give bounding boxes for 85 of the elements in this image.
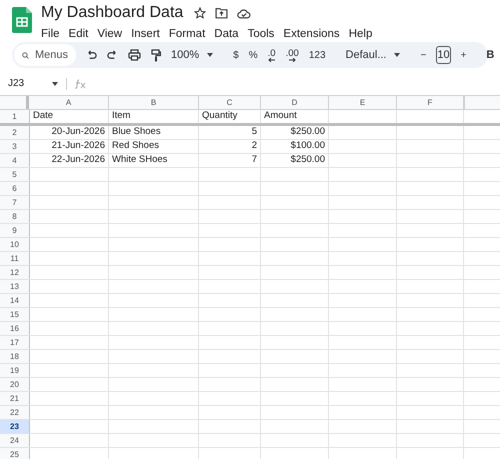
row-header[interactable]: 8 [0, 210, 29, 223]
table-cell: $250.00 [290, 154, 325, 167]
row-header[interactable]: 23 [0, 420, 29, 433]
table-cell: Item [112, 110, 130, 123]
row-header[interactable]: 18 [0, 350, 29, 363]
bold-button[interactable]: B [486, 46, 494, 64]
row-header[interactable]: 2 [0, 126, 29, 139]
row-header[interactable]: 25 [0, 448, 29, 459]
column-header[interactable]: C [226, 96, 232, 108]
table-cell: 22-Jun-2026 [52, 154, 105, 167]
menu-item[interactable]: View [97, 26, 122, 44]
toolbar-button[interactable]: 123 [308, 48, 326, 62]
toolbar-button[interactable]: + [460, 48, 466, 62]
table-cell: 5 [252, 126, 257, 139]
row-header[interactable]: 12 [0, 266, 29, 279]
toolbar-button[interactable]: $ [233, 48, 239, 62]
menu-item[interactable]: Format [168, 26, 206, 44]
row-header[interactable]: 21 [0, 392, 29, 405]
name-box[interactable]: J23 [8, 76, 52, 91]
toolbar-button[interactable]: % [248, 48, 258, 62]
print-icon[interactable] [128, 49, 141, 61]
table-cell: $100.00 [290, 140, 325, 153]
caret-icon [394, 53, 400, 57]
column-header[interactable]: A [66, 96, 72, 108]
row-header[interactable]: 11 [0, 252, 29, 265]
menu-search-field[interactable]: Menus [14, 44, 76, 66]
table-cell: 21-Jun-2026 [52, 140, 105, 153]
menu-item[interactable]: File [41, 26, 60, 44]
menu-item[interactable]: Edit [68, 26, 88, 44]
row-header[interactable]: 13 [0, 280, 29, 293]
toolbar-button[interactable]: − [420, 48, 426, 62]
column-header[interactable]: D [292, 96, 298, 108]
undo-icon[interactable] [86, 50, 97, 60]
table-cell: Blue Shoes [112, 126, 161, 139]
star-icon[interactable] [194, 7, 206, 19]
dropdown-caret-icon[interactable] [52, 82, 58, 86]
cloud-icon[interactable] [237, 8, 252, 18]
row-header[interactable]: 3 [0, 140, 29, 153]
menu-item[interactable]: Tools [248, 26, 274, 44]
redo-icon[interactable] [107, 50, 118, 60]
menu-item[interactable]: Insert [131, 26, 160, 44]
spreadsheet-logo-icon[interactable] [12, 7, 32, 33]
table-cell: 20-Jun-2026 [52, 126, 105, 139]
row-header[interactable]: 1 [0, 110, 29, 123]
font-size-field[interactable]: 10 [436, 46, 451, 64]
increase-decimal-button[interactable]: .00 [286, 48, 299, 62]
caret-icon [207, 53, 214, 57]
table-cell: Date [33, 110, 54, 123]
row-header[interactable]: 10 [0, 238, 29, 251]
row-header[interactable]: 20 [0, 378, 29, 391]
dropdown-button[interactable]: 100% [171, 46, 214, 64]
row-header[interactable]: 5 [0, 168, 29, 181]
paint-roller-icon[interactable] [151, 48, 161, 62]
folder-icon[interactable] [215, 7, 228, 19]
table-cell: Quantity [202, 110, 238, 123]
arrow-icon [268, 58, 276, 62]
menu-item[interactable]: Extensions [283, 26, 340, 44]
table-cell: 2 [252, 140, 257, 153]
row-header[interactable]: 4 [0, 154, 29, 167]
row-header[interactable]: 15 [0, 308, 29, 321]
decrease-decimal-button[interactable]: .0 [268, 48, 276, 62]
row-header[interactable]: 7 [0, 196, 29, 209]
column-header[interactable]: E [360, 96, 366, 108]
row-header[interactable]: 24 [0, 434, 29, 447]
row-header[interactable]: 6 [0, 182, 29, 195]
arrow-icon [288, 58, 296, 62]
document-title[interactable]: My Dashboard Data [41, 4, 184, 22]
table-cell: $250.00 [290, 126, 325, 139]
menu-item[interactable]: Help [348, 26, 372, 44]
row-header[interactable]: 16 [0, 322, 29, 335]
menu-item[interactable]: Data [214, 26, 239, 44]
row-header[interactable]: 17 [0, 336, 29, 349]
row-header[interactable]: 22 [0, 406, 29, 419]
column-header[interactable]: F [428, 96, 432, 108]
dropdown-button[interactable]: Defaul... [346, 46, 400, 64]
table-cell: Red Shoes [112, 140, 160, 153]
column-header[interactable]: B [150, 96, 156, 108]
table-cell: Amount [264, 110, 297, 123]
row-header[interactable]: 19 [0, 364, 29, 377]
search-icon [22, 50, 29, 60]
table-cell: White SHoes [112, 154, 168, 167]
row-header[interactable]: 9 [0, 224, 29, 237]
row-header[interactable]: 14 [0, 294, 29, 307]
table-cell: 7 [252, 154, 257, 167]
function-icon [75, 78, 86, 88]
